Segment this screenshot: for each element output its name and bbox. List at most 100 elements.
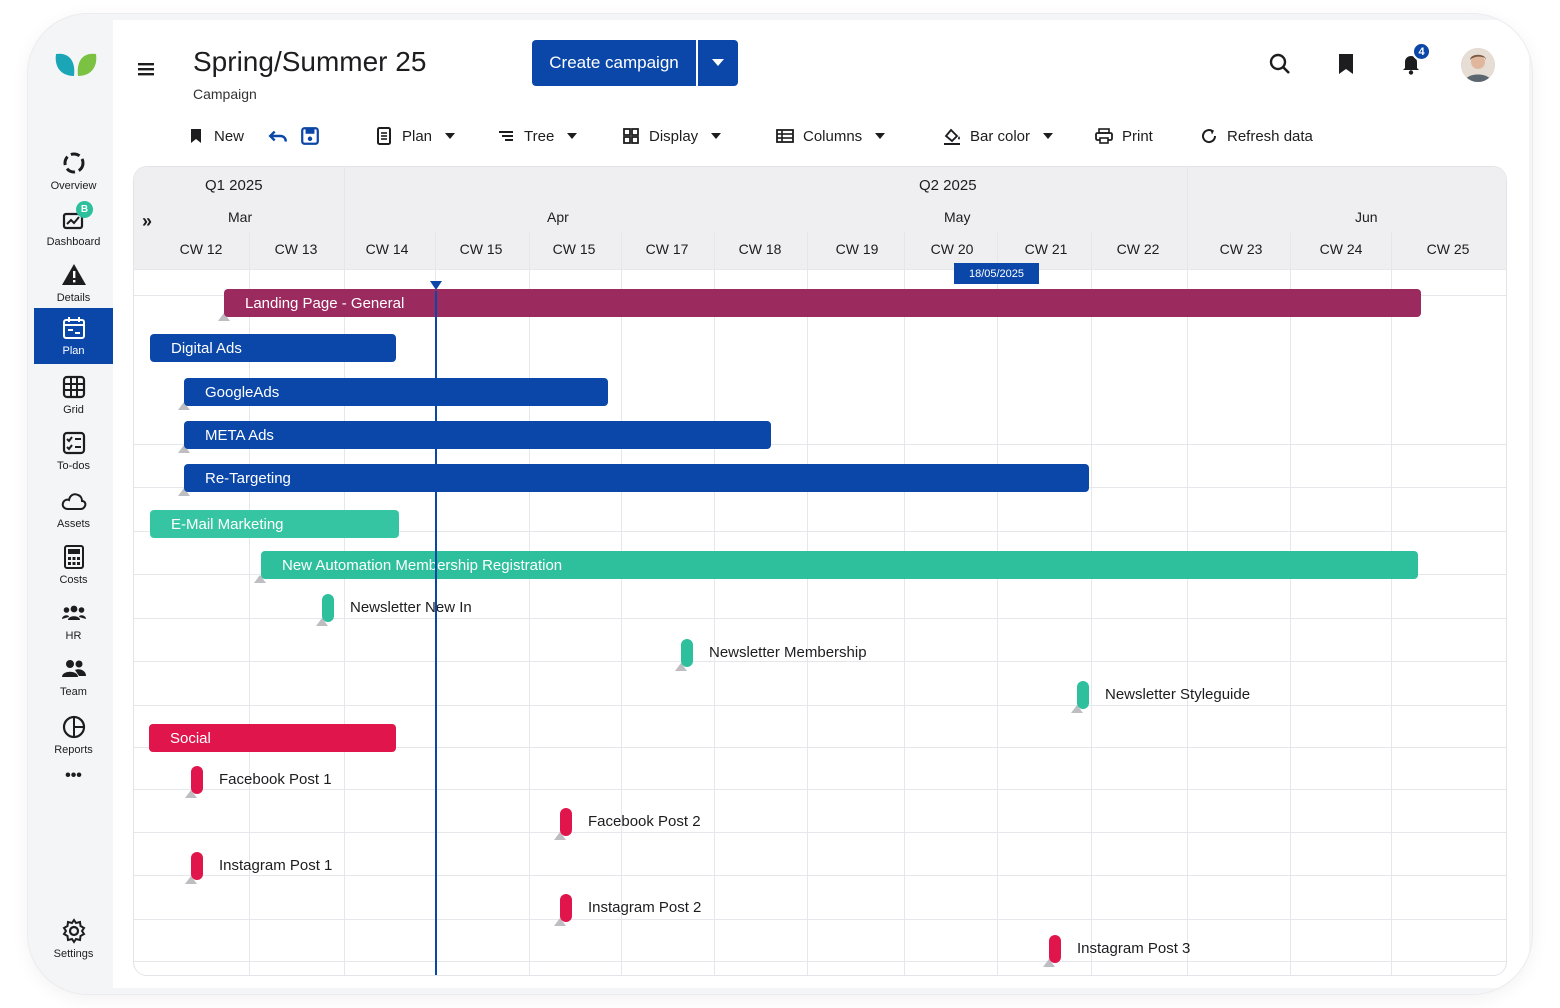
- tree-dropdown[interactable]: Tree: [497, 124, 578, 148]
- sidebar-item-label: Settings: [53, 948, 94, 960]
- tree-icon: [499, 131, 513, 141]
- sidebar-item-details[interactable]: Details: [34, 256, 113, 310]
- week-label: CW 22: [1116, 241, 1160, 257]
- overview-icon: [63, 152, 84, 174]
- gear-icon: [62, 918, 85, 944]
- create-dropdown-toggle[interactable]: [696, 40, 738, 86]
- week-label: CW 13: [274, 241, 318, 257]
- month-label: Apr: [547, 209, 569, 225]
- week-label: CW 25: [1426, 241, 1470, 257]
- gantt-bar[interactable]: Landing Page - General: [224, 289, 1421, 317]
- caret-down-icon: [711, 133, 722, 139]
- gantt-bar[interactable]: Digital Ads: [150, 334, 396, 362]
- sidebar-item-label: Grid: [63, 404, 84, 416]
- milestone-marker[interactable]: [681, 639, 693, 667]
- sidebar-item-settings[interactable]: Settings: [34, 912, 113, 966]
- columns-icon: [776, 129, 794, 143]
- bookmark-icon: [191, 129, 201, 143]
- user-avatar-icon: [1461, 48, 1495, 82]
- milestone-marker[interactable]: [560, 894, 572, 922]
- milestone-label: Newsletter New In: [350, 599, 472, 616]
- display-label: Display: [649, 127, 699, 145]
- milestone-marker[interactable]: [1049, 935, 1061, 963]
- print-button[interactable]: Print: [1095, 124, 1153, 148]
- sidebar-item-costs[interactable]: Costs: [34, 538, 113, 592]
- week-label: CW 15: [459, 241, 503, 257]
- sidebar-item-label: HR: [65, 630, 82, 642]
- caret-down-icon: [567, 133, 578, 139]
- refresh-button[interactable]: Refresh data: [1200, 124, 1313, 148]
- team-icon: [61, 660, 86, 677]
- sidebar-item-plan[interactable]: Plan: [34, 308, 113, 364]
- gantt-bar[interactable]: E-Mail Marketing: [150, 510, 399, 538]
- caret-down-icon: [875, 133, 886, 139]
- quarter-label: Q1 2025: [205, 177, 263, 194]
- week-label: CW 12: [179, 241, 223, 257]
- sidebar-item-label: Overview: [50, 180, 97, 192]
- bar-color-dropdown[interactable]: Bar color: [943, 124, 1054, 148]
- avatar[interactable]: [1461, 48, 1495, 82]
- milestone-marker[interactable]: [191, 852, 203, 880]
- milestone-label: Facebook Post 2: [588, 813, 701, 830]
- sidebar-item-label: Details: [56, 292, 91, 304]
- week-label: CW 24: [1319, 241, 1363, 257]
- warning-icon: [61, 264, 86, 285]
- milestone-label: Facebook Post 1: [219, 771, 332, 788]
- sidebar-item-dashboard[interactable]: B Dashboard: [34, 200, 113, 254]
- milestone-marker[interactable]: [560, 808, 572, 836]
- app-logo: [55, 53, 97, 76]
- today-marker-icon: [430, 281, 442, 290]
- sidebar-item-label: Dashboard: [46, 236, 101, 248]
- bookmark-icon[interactable]: [1334, 52, 1358, 76]
- more-menu-button[interactable]: •••: [34, 752, 113, 800]
- sidebar-item-label: Assets: [56, 518, 90, 530]
- checklist-icon: [62, 431, 85, 455]
- milestone-label: Newsletter Membership: [709, 644, 867, 661]
- sidebar-item-overview[interactable]: Overview: [34, 144, 113, 198]
- gantt-bar[interactable]: Re-Targeting: [184, 464, 1089, 492]
- sidebar-item-todos[interactable]: To-dos: [34, 424, 113, 478]
- page-title: Spring/Summer 25: [193, 46, 427, 77]
- new-button[interactable]: New: [187, 124, 244, 148]
- gantt-bar-label: META Ads: [205, 426, 274, 444]
- cloud-icon: [61, 493, 86, 510]
- print-label: Print: [1122, 127, 1153, 145]
- timeline-header: Q1 2025 Q2 2025 » Mar Apr May Jun CW 12 C…: [134, 167, 1506, 269]
- expand-chevron-icon[interactable]: »: [142, 211, 152, 232]
- milestone-marker[interactable]: [191, 766, 203, 794]
- save-icon[interactable]: [300, 124, 320, 148]
- columns-label: Columns: [803, 127, 863, 145]
- main-panel: Spring/Summer 25 Campaign Create campaig…: [113, 20, 1529, 988]
- week-label: CW 19: [835, 241, 879, 257]
- gantt-bar-label: New Automation Membership Registration: [282, 556, 563, 574]
- milestone-marker[interactable]: [1077, 681, 1089, 709]
- display-dropdown[interactable]: Display: [622, 124, 722, 148]
- caret-down-icon: [1043, 133, 1054, 139]
- dashboard-badge: B: [76, 201, 93, 218]
- gantt-bar-label: GoogleAds: [205, 383, 280, 401]
- grid-icon: [62, 375, 85, 399]
- sidebar-item-team[interactable]: Team: [34, 650, 113, 704]
- create-campaign-button[interactable]: Create campaign: [532, 40, 738, 86]
- month-label: May: [944, 209, 971, 225]
- document-icon: [377, 127, 391, 145]
- columns-dropdown[interactable]: Columns: [776, 124, 886, 148]
- undo-icon[interactable]: [268, 124, 288, 148]
- sidebar-item-grid[interactable]: Grid: [34, 368, 113, 422]
- today-line: [435, 291, 437, 975]
- search-icon[interactable]: [1268, 52, 1292, 76]
- gantt-bar[interactable]: META Ads: [184, 421, 771, 449]
- hamburger-menu-icon[interactable]: [135, 60, 157, 78]
- sidebar-item-assets[interactable]: Assets: [34, 482, 113, 536]
- plan-dropdown[interactable]: Plan: [375, 124, 456, 148]
- week-label: CW 21: [1024, 241, 1068, 257]
- bar-color-label: Bar color: [970, 127, 1031, 145]
- sidebar-item-hr[interactable]: HR: [34, 594, 113, 648]
- gantt-bar-label: Re-Targeting: [205, 469, 291, 487]
- gantt-bar[interactable]: GoogleAds: [184, 378, 608, 406]
- calendar-icon: [62, 317, 85, 339]
- gantt-bar[interactable]: Social: [149, 724, 396, 752]
- milestone-marker[interactable]: [322, 594, 334, 622]
- sidebar-item-label: To-dos: [56, 460, 91, 472]
- chevron-down-icon: [712, 59, 724, 66]
